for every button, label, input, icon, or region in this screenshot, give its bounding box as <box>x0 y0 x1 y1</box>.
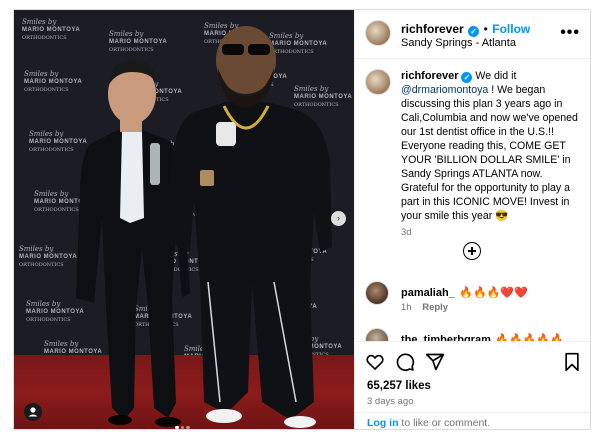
backdrop-logo: Smiles byMARIO MONTOYAORTHODONTICS <box>19 245 78 268</box>
commenter-avatar[interactable] <box>365 281 389 305</box>
post-time-ago: 3 days ago <box>367 396 414 407</box>
share-icon[interactable] <box>425 352 445 372</box>
carousel-dot <box>186 425 190 429</box>
comment-meta: 1h Reply <box>401 302 448 313</box>
person-right <box>168 26 332 428</box>
heart-icon[interactable] <box>365 352 385 372</box>
post-location[interactable]: Sandy Springs - Atlanta <box>401 37 516 49</box>
instagram-post: Smiles by MARIO MONTOYA ORTHODONTICS Smiles… <box>13 9 591 430</box>
caption-username[interactable]: richforever <box>401 70 458 82</box>
backdrop-logo: Smiles byMARIO MONTOYAORTHODONTICS <box>22 18 81 41</box>
user-icon <box>28 407 38 417</box>
login-prompt: Log in to like or comment. <box>355 412 590 429</box>
more-options-icon[interactable]: ••• <box>560 24 580 42</box>
bookmark-icon[interactable] <box>563 352 581 372</box>
login-link[interactable]: Log in <box>367 417 399 429</box>
post-sidebar: richforever ✓ • Follow Sandy Springs - A… <box>354 10 590 429</box>
post-caption: richforever ✓ We did it @drmariomontoya … <box>401 69 581 240</box>
verified-badge-icon: ✓ <box>468 26 480 37</box>
separator-dot: • <box>483 22 488 36</box>
avatar[interactable] <box>365 20 391 46</box>
carousel-dot <box>180 425 184 429</box>
tagged-users-button[interactable] <box>24 403 42 421</box>
carousel-indicator <box>174 416 191 429</box>
comment-username[interactable]: pamaliah_ <box>401 287 455 299</box>
post-header: richforever ✓ • Follow Sandy Springs - A… <box>355 10 590 59</box>
post-actions: 65,257 likes 3 days ago Log in to like o… <box>355 341 590 429</box>
caption-age: 3d <box>401 227 412 238</box>
load-more-comments-icon[interactable] <box>463 242 481 260</box>
next-photo-button[interactable]: › <box>331 211 346 226</box>
follow-button[interactable]: Follow <box>492 22 530 36</box>
post-photo[interactable]: Smiles by MARIO MONTOYA ORTHODONTICS Smiles… <box>14 10 354 429</box>
post-author-username[interactable]: richforever <box>401 22 464 36</box>
login-prompt-text: to like or comment. <box>401 417 491 429</box>
reply-button[interactable]: Reply <box>422 302 448 313</box>
comment-age: 1h <box>401 302 412 313</box>
caption-mention-link[interactable]: @drmariomontoya <box>401 84 488 96</box>
comment-item: pamaliah_ 🔥🔥🔥❤️❤️ <box>401 283 528 301</box>
caption-text-body: ! We began discussing this plan 3 years … <box>401 84 578 222</box>
caption-text-start: We did it <box>475 70 517 82</box>
verified-badge-icon: ✓ <box>461 72 473 83</box>
comment-icon[interactable] <box>395 352 415 372</box>
caption-avatar[interactable] <box>365 69 391 95</box>
carousel-dot <box>175 425 179 429</box>
likes-count[interactable]: 65,257 likes <box>367 380 431 392</box>
comment-text: 🔥🔥🔥❤️❤️ <box>459 287 528 299</box>
